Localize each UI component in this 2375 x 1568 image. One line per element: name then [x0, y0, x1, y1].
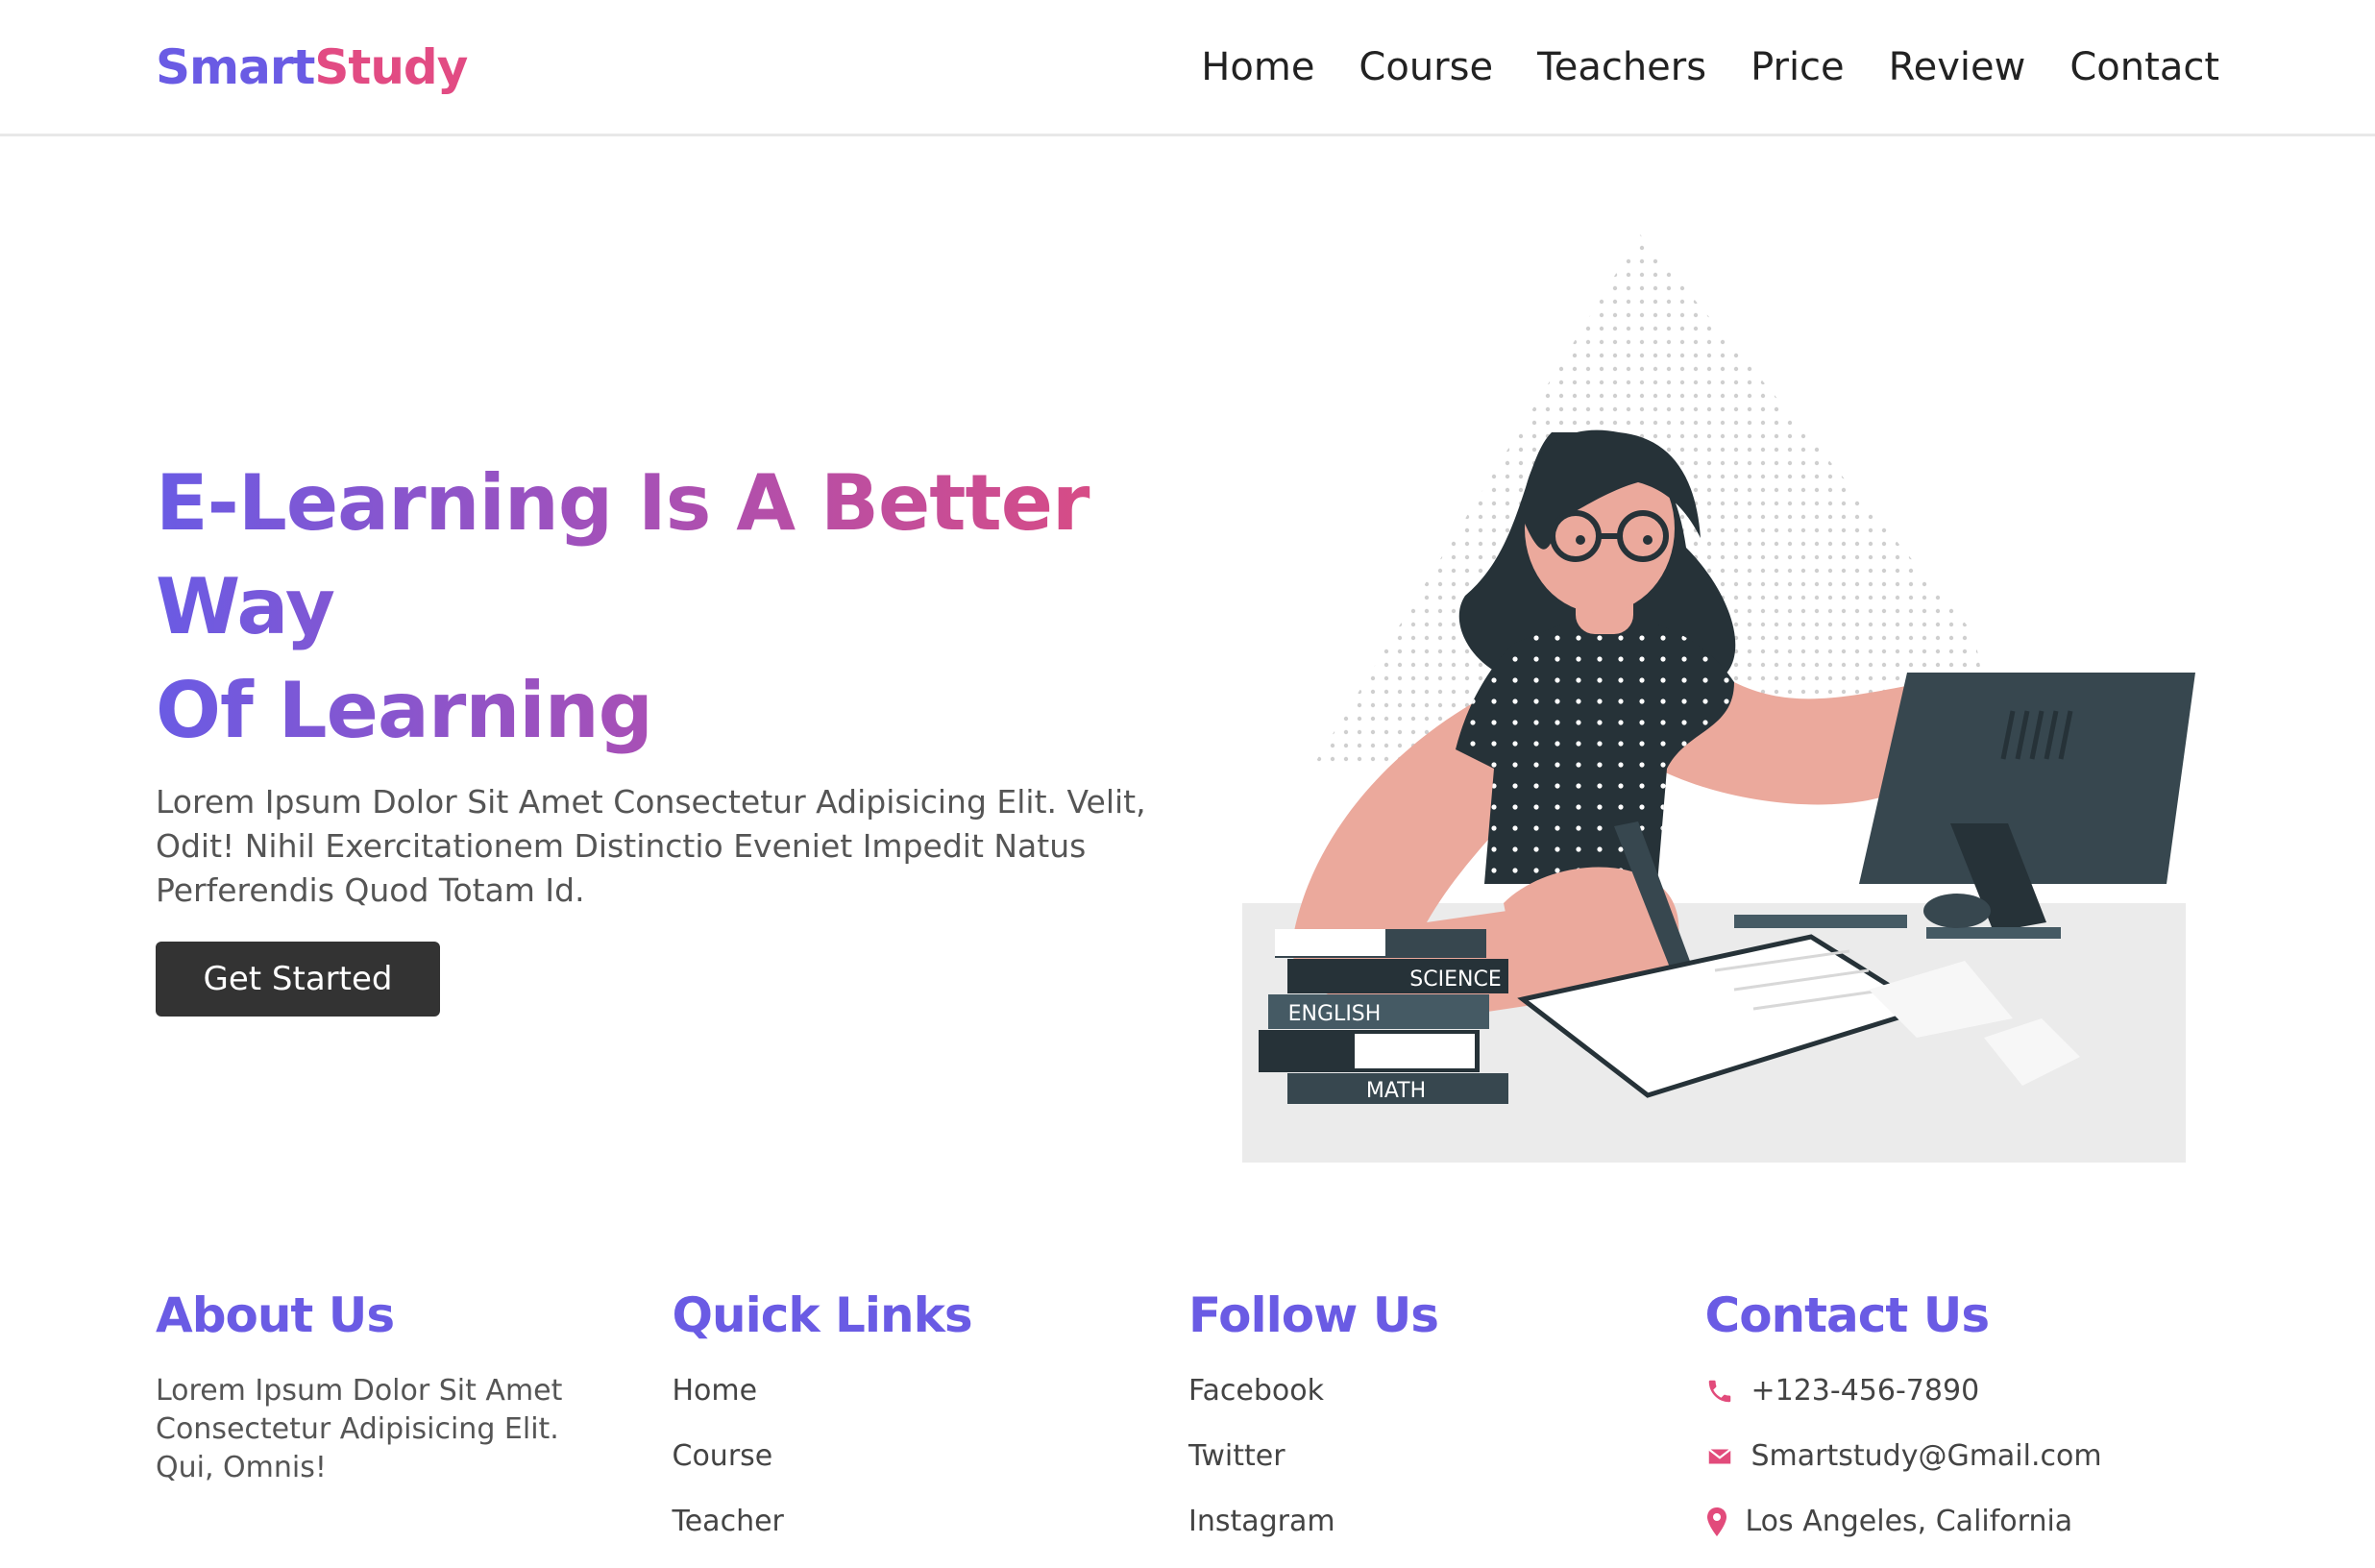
- footer-contact-title: Contact Us: [1704, 1287, 1991, 1343]
- brand-logo[interactable]: SmartStudy: [156, 38, 468, 95]
- hero-illustration: SCIENCE ENGLISH MATH: [1235, 231, 2215, 1163]
- footer-follow-title: Follow Us: [1188, 1287, 1439, 1343]
- student-at-computer-illustration: SCIENCE ENGLISH MATH: [1242, 234, 2195, 1163]
- site-footer: About Us Lorem Ipsum Dolor Sit Amet Cons…: [156, 1287, 2221, 1568]
- phone-icon: [1708, 1380, 1730, 1403]
- footer-link-home[interactable]: Home: [673, 1372, 1189, 1410]
- footer-about-title: About Us: [156, 1287, 395, 1343]
- book-stack: SCIENCE ENGLISH MATH: [1259, 929, 1508, 1104]
- monitor: [1859, 673, 2195, 884]
- keyboard: [1734, 915, 1907, 928]
- footer-follow: Follow Us Facebook Twitter Instagram: [1188, 1287, 1705, 1568]
- footer-quick-links: Quick Links Home Course Teacher: [673, 1287, 1189, 1568]
- nav-contact[interactable]: Contact: [2069, 45, 2219, 89]
- nav-price[interactable]: Price: [1751, 45, 1845, 89]
- footer-link-teacher[interactable]: Teacher: [673, 1503, 1189, 1541]
- hero-title-line2: Of Learning: [156, 666, 652, 755]
- footer-link-facebook[interactable]: Facebook: [1188, 1372, 1705, 1410]
- contact-location[interactable]: Los Angeles, California: [1705, 1503, 2222, 1541]
- brand-name-part2: Study: [314, 38, 468, 95]
- book-label-science: SCIENCE: [1409, 968, 1501, 992]
- hero-title-line1: E-Learning Is A Better Way: [156, 458, 1090, 651]
- hero-title: E-Learning Is A Better Way Of Learning: [156, 452, 1193, 763]
- footer-about: About Us Lorem Ipsum Dolor Sit Amet Cons…: [156, 1287, 673, 1568]
- main-nav: Home Course Teachers Price Review Contac…: [1201, 45, 2219, 89]
- nav-home[interactable]: Home: [1201, 45, 1314, 89]
- book-label-math: MATH: [1366, 1079, 1426, 1103]
- nav-teachers[interactable]: Teachers: [1537, 45, 1706, 89]
- footer-link-twitter[interactable]: Twitter: [1188, 1437, 1705, 1476]
- book-label-english: ENGLISH: [1288, 1002, 1382, 1026]
- contact-location-text: Los Angeles, California: [1745, 1505, 2073, 1538]
- brand-name-part1: Smart: [156, 38, 315, 95]
- contact-email[interactable]: Smartstudy@Gmail.com: [1705, 1437, 2222, 1476]
- mouse: [1923, 894, 1991, 928]
- hero-description: Lorem Ipsum Dolor Sit Amet Consectetur A…: [156, 783, 1146, 909]
- footer-contact: Contact Us +123-456-7890 Smartstudy@Gmai…: [1705, 1287, 2222, 1568]
- footer-link-instagram[interactable]: Instagram: [1188, 1503, 1705, 1541]
- nav-course[interactable]: Course: [1359, 45, 1493, 89]
- nav-review[interactable]: Review: [1889, 45, 2026, 89]
- contact-phone-text: +123-456-7890: [1751, 1374, 1980, 1408]
- envelope-icon: [1707, 1448, 1731, 1464]
- hero-section: E-Learning Is A Better Way Of Learning L…: [156, 452, 1193, 1017]
- footer-quick-links-title: Quick Links: [672, 1287, 973, 1343]
- footer-link-course[interactable]: Course: [673, 1437, 1189, 1476]
- footer-about-text: Lorem Ipsum Dolor Sit Amet Consectetur A…: [156, 1374, 563, 1484]
- site-header: SmartStudy Home Course Teachers Price Re…: [0, 0, 2375, 136]
- contact-phone[interactable]: +123-456-7890: [1705, 1372, 2222, 1410]
- contact-email-text: Smartstudy@Gmail.com: [1751, 1439, 2102, 1473]
- get-started-button[interactable]: Get Started: [156, 942, 440, 1017]
- map-pin-icon: [1706, 1507, 1726, 1536]
